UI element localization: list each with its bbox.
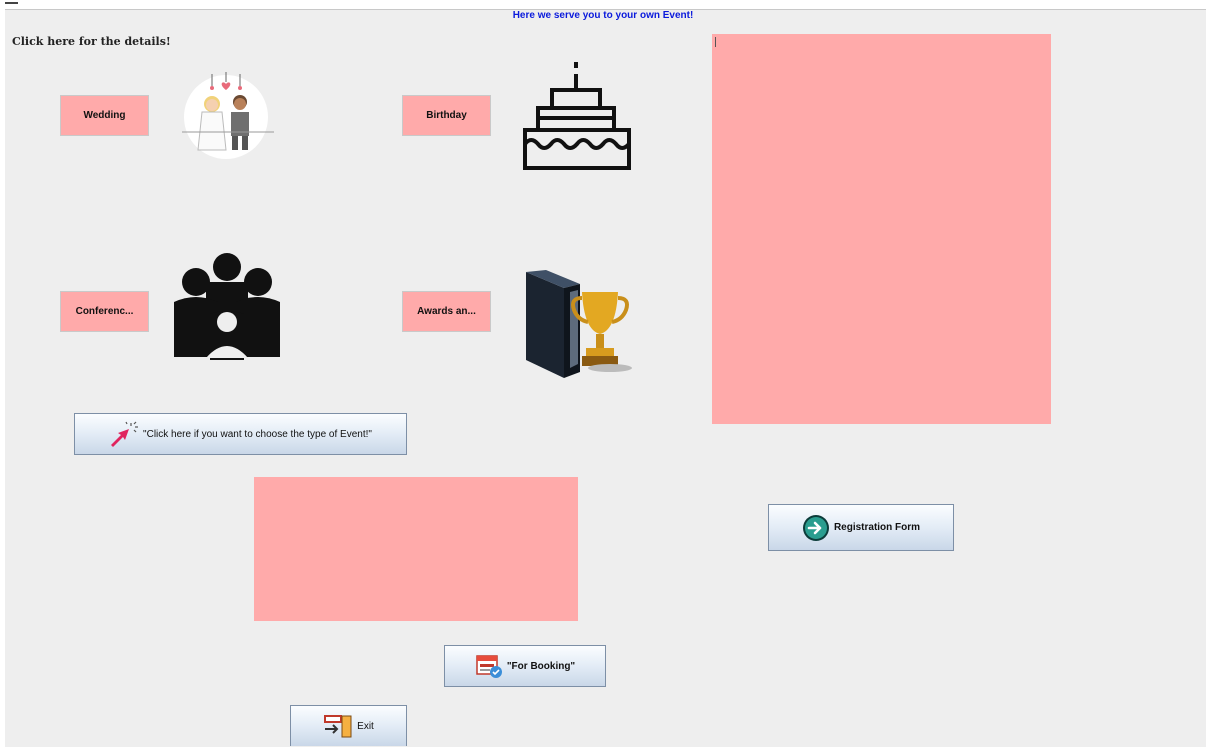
exit-label: Exit — [357, 720, 374, 732]
calendar-booking-icon — [475, 653, 503, 679]
conference-button-label: Conferenc... — [75, 306, 134, 317]
text-caret — [715, 37, 716, 47]
wedding-button[interactable]: Wedding — [60, 95, 149, 136]
birthday-button-label: Birthday — [426, 110, 467, 121]
conference-people-icon — [174, 253, 280, 360]
choose-event-type-label: "Click here if you want to choose the ty… — [143, 428, 372, 440]
registration-form-button[interactable]: Registration Form — [768, 504, 954, 551]
registration-form-label: Registration Form — [833, 522, 921, 533]
birthday-button[interactable]: Birthday — [402, 95, 491, 136]
conference-button[interactable]: Conferenc... — [60, 291, 149, 332]
details-label: Click here for the details! — [12, 35, 171, 48]
cursor-click-icon — [109, 421, 139, 447]
details-text-area[interactable] — [712, 34, 1051, 424]
for-booking-label: "For Booking" — [506, 660, 576, 672]
wedding-couple-icon — [182, 72, 274, 159]
awards-button-label: Awards an... — [417, 306, 476, 317]
event-type-display-area[interactable] — [254, 477, 578, 621]
window-menu-icon[interactable] — [5, 2, 18, 4]
for-booking-button[interactable]: "For Booking" — [444, 645, 606, 687]
awards-button[interactable]: Awards an... — [402, 291, 491, 332]
page-title: Here we serve you to your own Event! — [512, 10, 694, 21]
exit-door-icon — [323, 713, 353, 739]
exit-button[interactable]: Exit — [290, 705, 407, 746]
window-top-strip — [0, 0, 1206, 9]
birthday-cake-icon — [523, 62, 631, 170]
wedding-button-label: Wedding — [83, 110, 126, 121]
trophy-icon — [526, 270, 632, 378]
arrow-right-circle-icon — [802, 514, 830, 542]
choose-event-type-button[interactable]: "Click here if you want to choose the ty… — [74, 413, 407, 455]
